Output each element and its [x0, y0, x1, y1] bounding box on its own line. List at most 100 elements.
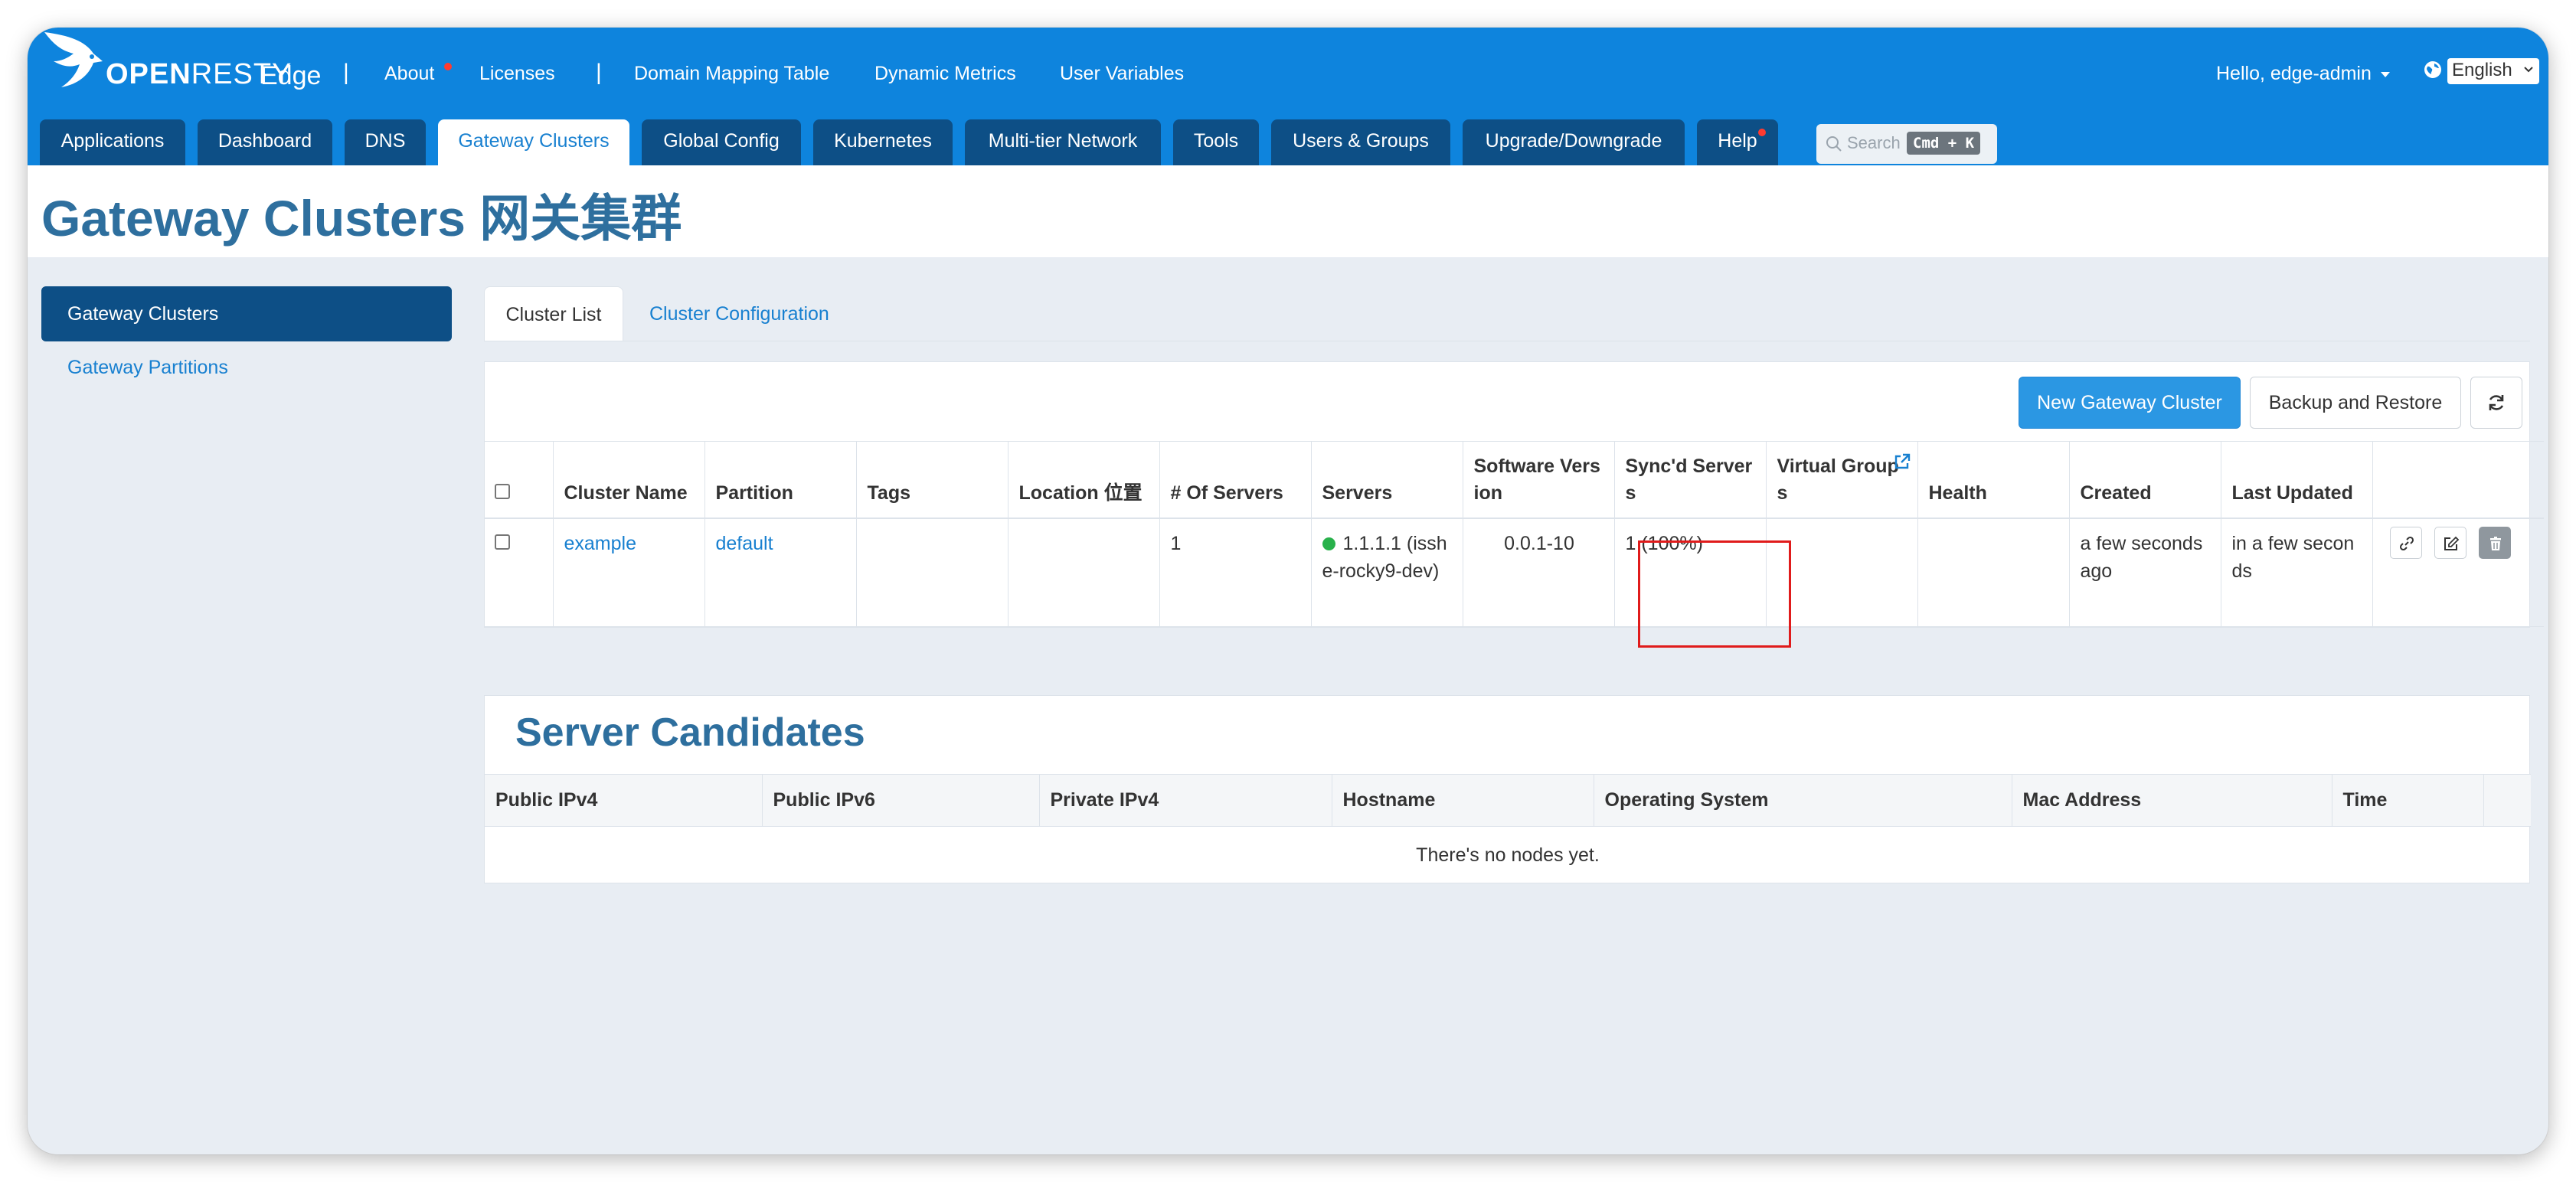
- col-partition[interactable]: Partition: [704, 441, 856, 519]
- page-header: Gateway Clusters 网关集群: [28, 165, 2548, 257]
- tab-upgrade-downgrade[interactable]: Upgrade/Downgrade: [1463, 119, 1685, 165]
- search-input[interactable]: Search Cmd + K: [1816, 124, 1997, 164]
- col-extra: [2483, 774, 2531, 827]
- nav-user-variables[interactable]: User Variables: [1060, 63, 1184, 85]
- highlight-annotation: [1638, 540, 1791, 648]
- col-tags: Tags: [855, 441, 1008, 519]
- table-header-row: Cluster Name Partition Tags Location 位置 …: [484, 441, 2544, 519]
- software-version-cell: 0.0.1-10: [1462, 518, 1614, 627]
- tab-tools[interactable]: Tools: [1173, 119, 1259, 165]
- num-servers-cell: 1: [1159, 518, 1311, 627]
- col-created: Created: [2068, 441, 2221, 519]
- partition-link[interactable]: default: [716, 533, 773, 554]
- user-menu[interactable]: Hello, edge-admin: [2216, 63, 2390, 85]
- nav-about[interactable]: About: [384, 63, 434, 85]
- col-mac-address: Mac Address: [2011, 774, 2332, 827]
- tab-users-groups[interactable]: Users & Groups: [1271, 119, 1450, 165]
- language-select[interactable]: English: [2447, 58, 2539, 84]
- nav-licenses[interactable]: Licenses: [479, 63, 555, 85]
- link-button[interactable]: [2389, 526, 2422, 559]
- col-actions: [2372, 441, 2544, 519]
- tab-cluster-configuration[interactable]: Cluster Configuration: [649, 286, 829, 341]
- partition-cell: default: [704, 518, 856, 627]
- col-hostname: Hostname: [1331, 774, 1594, 827]
- nav-separator: |: [343, 60, 349, 85]
- col-operating-system: Operating System: [1593, 774, 2012, 827]
- cluster-table: Cluster Name Partition Tags Location 位置 …: [484, 441, 2544, 627]
- globe-icon: [2424, 61, 2441, 78]
- tab-cluster-list[interactable]: Cluster List: [484, 286, 623, 341]
- col-location: Location 位置: [1007, 441, 1159, 519]
- server-ip: 1.1.1.1: [1342, 532, 1401, 554]
- tab-multi-tier-network[interactable]: Multi-tier Network: [965, 119, 1161, 165]
- created-cell: a few seconds ago: [2068, 518, 2221, 627]
- col-cluster-name[interactable]: Cluster Name: [552, 441, 704, 519]
- col-num-servers: # Of Servers: [1159, 441, 1311, 519]
- tab-applications[interactable]: Applications: [40, 119, 185, 165]
- sidebar-item-gateway-partitions[interactable]: Gateway Partitions: [67, 357, 228, 379]
- col-servers: Servers: [1310, 441, 1463, 519]
- tags-cell: [855, 518, 1008, 627]
- health-cell: [1917, 518, 2069, 627]
- col-private-ipv4: Private IPv4: [1038, 774, 1332, 827]
- top-navbar: OPENRESTY Edge | About Licenses | Domain…: [28, 28, 2548, 165]
- table-header-row: Public IPv4 Public IPv6 Private IPv4 Hos…: [485, 774, 2531, 827]
- select-all-cell: [484, 441, 553, 519]
- row-checkbox[interactable]: [495, 534, 510, 550]
- trash-icon: [2489, 536, 2501, 550]
- search-shortcut: Cmd + K: [1907, 132, 1981, 155]
- tab-kubernetes[interactable]: Kubernetes: [813, 119, 953, 165]
- col-public-ipv6: Public IPv6: [761, 774, 1039, 827]
- table-row: example default 1 1.1.1.1 (isshe-rocky9-…: [484, 518, 2544, 627]
- delete-button[interactable]: [2478, 526, 2511, 559]
- cluster-name-link[interactable]: example: [564, 533, 637, 554]
- backup-restore-button[interactable]: Backup and Restore: [2250, 377, 2461, 429]
- new-gateway-cluster-button[interactable]: New Gateway Cluster: [2019, 377, 2241, 429]
- about-notification-dot: [444, 63, 452, 70]
- external-link-icon[interactable]: [1893, 452, 1911, 471]
- search-icon: [1826, 136, 1842, 152]
- nav-dynamic-metrics[interactable]: Dynamic Metrics: [874, 63, 1016, 85]
- edit-button[interactable]: [2434, 526, 2466, 559]
- col-synced-servers: Sync'd Servers: [1613, 441, 1766, 519]
- table-row: There's no nodes yet.: [485, 827, 2531, 885]
- servers-cell: 1.1.1.1 (isshe-rocky9-dev): [1310, 518, 1463, 627]
- app-window: OPENRESTY Edge | About Licenses | Domain…: [28, 28, 2548, 1154]
- page-title: Gateway Clusters 网关集群: [41, 190, 682, 247]
- bird-icon: [44, 32, 103, 87]
- last-updated-cell: in a few seconds: [2220, 518, 2372, 627]
- sidebar-item-gateway-clusters[interactable]: Gateway Clusters: [41, 286, 452, 341]
- col-health: Health: [1917, 441, 2069, 519]
- edit-icon: [2444, 536, 2459, 550]
- tab-dashboard[interactable]: Dashboard: [198, 119, 332, 165]
- tab-global-config[interactable]: Global Config: [642, 119, 801, 165]
- status-ok-icon: [1322, 537, 1335, 550]
- col-virtual-groups: Virtual Groups: [1765, 441, 1917, 519]
- cluster-name-cell: example: [552, 518, 704, 627]
- server-candidates-panel: Server Candidates Public IPv4 Public IPv…: [484, 695, 2531, 885]
- tab-dns[interactable]: DNS: [345, 119, 426, 165]
- location-cell: [1007, 518, 1159, 627]
- virtual-groups-label: Virtual Groups: [1777, 455, 1899, 504]
- caret-down-icon: [2380, 71, 2390, 77]
- nav-domain-mapping-table[interactable]: Domain Mapping Table: [634, 63, 829, 85]
- refresh-button[interactable]: [2470, 377, 2522, 429]
- row-select-cell: [484, 518, 553, 627]
- search-placeholder: Search: [1847, 133, 1901, 152]
- tab-help[interactable]: Help: [1697, 119, 1778, 165]
- help-notification-dot: [1758, 129, 1766, 136]
- chevron-down-icon: [2524, 67, 2533, 73]
- select-all-checkbox[interactable]: [495, 483, 510, 499]
- col-last-updated: Last Updated: [2220, 441, 2372, 519]
- col-software-version: Software Version: [1462, 441, 1614, 519]
- empty-state-text: There's no nodes yet.: [1416, 844, 1600, 867]
- tab-gateway-clusters[interactable]: Gateway Clusters: [438, 119, 629, 165]
- product-name: Edge: [260, 61, 322, 90]
- col-time: Time: [2331, 774, 2483, 827]
- actions-cell: [2372, 518, 2544, 627]
- server-candidates-title: Server Candidates: [515, 710, 865, 755]
- link-icon: [2399, 536, 2414, 550]
- user-greeting: Hello, edge-admin: [2216, 63, 2372, 84]
- col-public-ipv4: Public IPv4: [485, 774, 762, 827]
- server-candidates-table: Public IPv4 Public IPv6 Private IPv4 Hos…: [485, 774, 2531, 885]
